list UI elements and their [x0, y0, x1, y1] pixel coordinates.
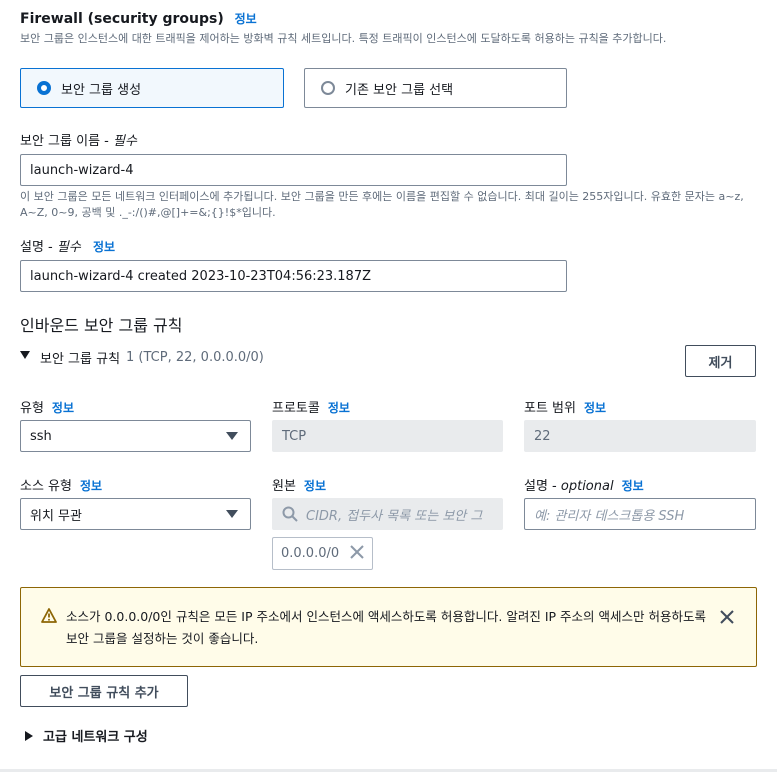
warning-text: 소스가 0.0.0.0/0인 규칙은 모든 IP 주소에서 인스턴스에 액세스하… — [66, 609, 706, 646]
firewall-info-link[interactable]: 정보 — [235, 12, 257, 26]
group-desc-label-text: 설명 - — [20, 240, 57, 255]
radio-selected-icon[interactable] — [37, 81, 51, 95]
rule-desc-label: 설명 - — [524, 479, 561, 494]
group-name-required: 필수 — [112, 134, 137, 149]
protocol-value: TCP — [282, 428, 307, 444]
source-type-info-link[interactable]: 정보 — [80, 479, 102, 493]
rule-desc-optional: optional — [560, 479, 614, 494]
group-name-hint: 이 보안 그룹은 모든 네트워크 인터페이스에 추가됩니다. 보안 그룹을 만든… — [20, 190, 744, 219]
radio-unselected-icon[interactable] — [321, 81, 335, 95]
type-info-link[interactable]: 정보 — [52, 401, 74, 415]
protocol-info-link[interactable]: 정보 — [328, 401, 350, 415]
protocol-label-row: 프로토콜 정보 — [272, 397, 350, 416]
type-select[interactable]: ssh — [20, 420, 251, 452]
group-description-input[interactable]: launch-wizard-4 created 2023-10-23T04:56… — [20, 260, 567, 292]
source-token-value: 0.0.0.0/0 — [281, 546, 340, 561]
rule-description-input[interactable]: 예: 관리자 데스크톱용 SSH — [524, 498, 756, 530]
group-name-input[interactable]: launch-wizard-4 — [20, 154, 567, 186]
warning-alert: 소스가 0.0.0.0/0인 규칙은 모든 IP 주소에서 인스턴스에 액세스하… — [20, 587, 757, 667]
rule-summary: 1 (TCP, 22, 0.0.0.0/0) — [126, 350, 264, 365]
source-label: 원본 — [272, 479, 296, 494]
rule-desc-info-link[interactable]: 정보 — [622, 479, 644, 493]
select-existing-group-label: 기존 보안 그룹 선택 — [345, 82, 454, 98]
port-info-link[interactable]: 정보 — [584, 401, 606, 415]
group-name-label: 보안 그룹 이름 - 필수 — [20, 130, 137, 149]
source-placeholder: CIDR, 접두사 목록 또는 보안 그 — [306, 508, 483, 524]
source-type-label-row: 소스 유형 정보 — [20, 475, 102, 494]
caret-down-icon[interactable] — [20, 350, 30, 359]
source-type-label: 소스 유형 — [20, 479, 72, 494]
caret-right-icon[interactable] — [25, 730, 33, 741]
port-value: 22 — [534, 428, 551, 444]
select-existing-group-option[interactable]: 기존 보안 그룹 선택 — [304, 68, 567, 108]
search-icon — [282, 506, 298, 522]
type-label-row: 유형 정보 — [20, 397, 74, 416]
source-token: 0.0.0.0/0 — [272, 537, 373, 570]
type-value: ssh — [30, 428, 52, 444]
create-security-group-option[interactable]: 보안 그룹 생성 — [20, 68, 284, 108]
caret-down-icon — [226, 432, 238, 440]
warning-icon — [41, 608, 57, 627]
rule-desc-label-row: 설명 - optional 정보 — [524, 475, 644, 494]
create-security-group-label: 보안 그룹 생성 — [61, 82, 142, 98]
source-search-input[interactable]: CIDR, 접두사 목록 또는 보안 그 — [272, 498, 503, 530]
firewall-description: 보안 그룹은 인스턴스에 대한 트래픽을 제어하는 방화벽 규칙 세트입니다. … — [20, 32, 667, 45]
source-type-select[interactable]: 위치 무관 — [20, 498, 251, 530]
group-name-value: launch-wizard-4 — [30, 162, 134, 178]
close-icon[interactable] — [350, 544, 364, 563]
group-description-label: 설명 - 필수 정보 — [20, 236, 115, 255]
close-icon[interactable] — [720, 609, 734, 628]
group-desc-required: 필수 — [56, 240, 81, 255]
port-label: 포트 범위 — [524, 401, 576, 416]
remove-rule-button[interactable]: 제거 — [685, 345, 756, 377]
port-range-field: 22 — [524, 420, 756, 452]
type-label: 유형 — [20, 401, 44, 416]
source-label-row: 원본 정보 — [272, 475, 326, 494]
protocol-label: 프로토콜 — [272, 401, 320, 416]
inbound-rules-title: 인바운드 보안 그룹 규칙 — [20, 316, 183, 335]
group-desc-info-link[interactable]: 정보 — [93, 240, 115, 254]
rule-desc-placeholder: 예: 관리자 데스크톱용 SSH — [534, 508, 685, 524]
firewall-title: Firewall (security groups) — [20, 11, 224, 27]
group-description-value: launch-wizard-4 created 2023-10-23T04:56… — [30, 268, 372, 284]
group-name-label-text: 보안 그룹 이름 - — [20, 134, 113, 149]
firewall-title-row: Firewall (security groups) 정보 — [20, 10, 257, 27]
source-info-link[interactable]: 정보 — [304, 479, 326, 493]
protocol-field: TCP — [272, 420, 503, 452]
source-type-value: 위치 무관 — [30, 508, 82, 524]
rule-title: 보안 그룹 규칙 — [40, 352, 121, 367]
port-label-row: 포트 범위 정보 — [524, 397, 606, 416]
advanced-network-config-label: 고급 네트워크 구성 — [43, 730, 148, 745]
advanced-network-config-toggle[interactable]: 고급 네트워크 구성 — [25, 726, 148, 745]
caret-down-icon — [226, 510, 238, 518]
add-rule-button[interactable]: 보안 그룹 규칙 추가 — [20, 675, 188, 707]
rule-header[interactable]: 보안 그룹 규칙 1 (TCP, 22, 0.0.0.0/0) — [20, 348, 264, 367]
